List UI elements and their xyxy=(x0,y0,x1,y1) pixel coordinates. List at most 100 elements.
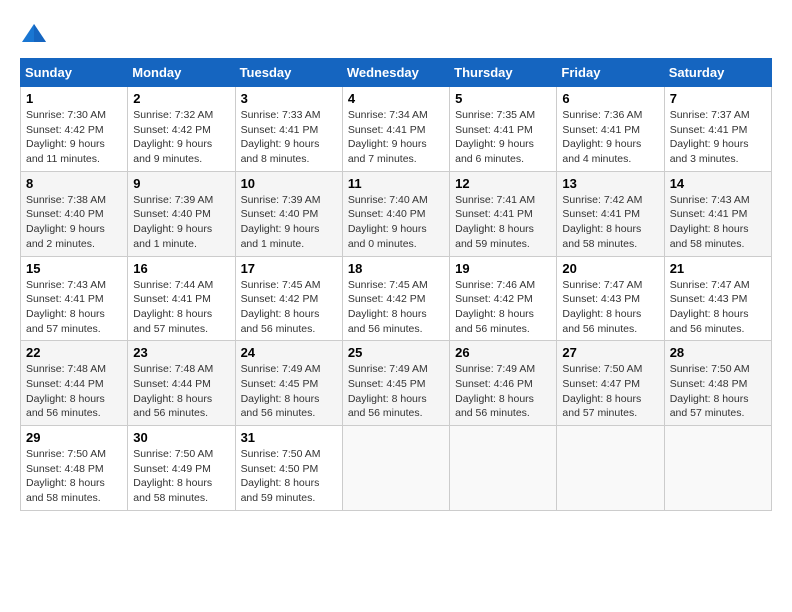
calendar-empty-cell xyxy=(450,426,557,511)
calendar-day-cell: 25 Sunrise: 7:49 AMSunset: 4:45 PMDaylig… xyxy=(342,341,449,426)
calendar-week-row: 29 Sunrise: 7:50 AMSunset: 4:48 PMDaylig… xyxy=(21,426,772,511)
calendar-day-cell: 1 Sunrise: 7:30 AMSunset: 4:42 PMDayligh… xyxy=(21,87,128,172)
calendar-day-cell: 26 Sunrise: 7:49 AMSunset: 4:46 PMDaylig… xyxy=(450,341,557,426)
day-info: Sunrise: 7:50 AMSunset: 4:48 PMDaylight:… xyxy=(26,448,106,504)
day-number: 6 xyxy=(562,91,658,106)
day-info: Sunrise: 7:33 AMSunset: 4:41 PMDaylight:… xyxy=(241,109,321,165)
day-number: 7 xyxy=(670,91,766,106)
day-info: Sunrise: 7:50 AMSunset: 4:48 PMDaylight:… xyxy=(670,363,750,419)
day-info: Sunrise: 7:38 AMSunset: 4:40 PMDaylight:… xyxy=(26,194,106,250)
calendar-table: SundayMondayTuesdayWednesdayThursdayFrid… xyxy=(20,58,772,511)
day-number: 10 xyxy=(241,176,337,191)
logo xyxy=(20,20,52,48)
calendar-header-saturday: Saturday xyxy=(664,59,771,87)
day-number: 24 xyxy=(241,345,337,360)
calendar-day-cell: 4 Sunrise: 7:34 AMSunset: 4:41 PMDayligh… xyxy=(342,87,449,172)
day-info: Sunrise: 7:39 AMSunset: 4:40 PMDaylight:… xyxy=(241,194,321,250)
calendar-day-cell: 7 Sunrise: 7:37 AMSunset: 4:41 PMDayligh… xyxy=(664,87,771,172)
day-number: 21 xyxy=(670,261,766,276)
day-number: 27 xyxy=(562,345,658,360)
calendar-day-cell: 12 Sunrise: 7:41 AMSunset: 4:41 PMDaylig… xyxy=(450,171,557,256)
calendar-header-thursday: Thursday xyxy=(450,59,557,87)
day-number: 5 xyxy=(455,91,551,106)
calendar-day-cell: 17 Sunrise: 7:45 AMSunset: 4:42 PMDaylig… xyxy=(235,256,342,341)
day-number: 19 xyxy=(455,261,551,276)
day-info: Sunrise: 7:49 AMSunset: 4:45 PMDaylight:… xyxy=(241,363,321,419)
day-number: 28 xyxy=(670,345,766,360)
calendar-day-cell: 28 Sunrise: 7:50 AMSunset: 4:48 PMDaylig… xyxy=(664,341,771,426)
calendar-header-tuesday: Tuesday xyxy=(235,59,342,87)
day-info: Sunrise: 7:48 AMSunset: 4:44 PMDaylight:… xyxy=(26,363,106,419)
day-number: 9 xyxy=(133,176,229,191)
calendar-day-cell: 15 Sunrise: 7:43 AMSunset: 4:41 PMDaylig… xyxy=(21,256,128,341)
calendar-empty-cell xyxy=(342,426,449,511)
day-info: Sunrise: 7:36 AMSunset: 4:41 PMDaylight:… xyxy=(562,109,642,165)
day-number: 2 xyxy=(133,91,229,106)
day-number: 8 xyxy=(26,176,122,191)
calendar-day-cell: 11 Sunrise: 7:40 AMSunset: 4:40 PMDaylig… xyxy=(342,171,449,256)
day-info: Sunrise: 7:50 AMSunset: 4:50 PMDaylight:… xyxy=(241,448,321,504)
calendar-day-cell: 18 Sunrise: 7:45 AMSunset: 4:42 PMDaylig… xyxy=(342,256,449,341)
calendar-day-cell: 16 Sunrise: 7:44 AMSunset: 4:41 PMDaylig… xyxy=(128,256,235,341)
day-info: Sunrise: 7:44 AMSunset: 4:41 PMDaylight:… xyxy=(133,279,213,335)
day-number: 29 xyxy=(26,430,122,445)
calendar-week-row: 22 Sunrise: 7:48 AMSunset: 4:44 PMDaylig… xyxy=(21,341,772,426)
calendar-header-sunday: Sunday xyxy=(21,59,128,87)
day-info: Sunrise: 7:46 AMSunset: 4:42 PMDaylight:… xyxy=(455,279,535,335)
calendar-day-cell: 22 Sunrise: 7:48 AMSunset: 4:44 PMDaylig… xyxy=(21,341,128,426)
calendar-day-cell: 9 Sunrise: 7:39 AMSunset: 4:40 PMDayligh… xyxy=(128,171,235,256)
day-info: Sunrise: 7:50 AMSunset: 4:47 PMDaylight:… xyxy=(562,363,642,419)
calendar-day-cell: 27 Sunrise: 7:50 AMSunset: 4:47 PMDaylig… xyxy=(557,341,664,426)
calendar-day-cell: 3 Sunrise: 7:33 AMSunset: 4:41 PMDayligh… xyxy=(235,87,342,172)
day-info: Sunrise: 7:49 AMSunset: 4:46 PMDaylight:… xyxy=(455,363,535,419)
day-info: Sunrise: 7:37 AMSunset: 4:41 PMDaylight:… xyxy=(670,109,750,165)
day-number: 30 xyxy=(133,430,229,445)
day-number: 18 xyxy=(348,261,444,276)
calendar-day-cell: 2 Sunrise: 7:32 AMSunset: 4:42 PMDayligh… xyxy=(128,87,235,172)
calendar-day-cell: 21 Sunrise: 7:47 AMSunset: 4:43 PMDaylig… xyxy=(664,256,771,341)
calendar-week-row: 15 Sunrise: 7:43 AMSunset: 4:41 PMDaylig… xyxy=(21,256,772,341)
calendar-empty-cell xyxy=(557,426,664,511)
calendar-day-cell: 31 Sunrise: 7:50 AMSunset: 4:50 PMDaylig… xyxy=(235,426,342,511)
day-number: 1 xyxy=(26,91,122,106)
calendar-header-friday: Friday xyxy=(557,59,664,87)
day-number: 3 xyxy=(241,91,337,106)
calendar-header-row: SundayMondayTuesdayWednesdayThursdayFrid… xyxy=(21,59,772,87)
day-number: 31 xyxy=(241,430,337,445)
day-number: 26 xyxy=(455,345,551,360)
calendar-day-cell: 23 Sunrise: 7:48 AMSunset: 4:44 PMDaylig… xyxy=(128,341,235,426)
calendar-day-cell: 14 Sunrise: 7:43 AMSunset: 4:41 PMDaylig… xyxy=(664,171,771,256)
calendar-week-row: 1 Sunrise: 7:30 AMSunset: 4:42 PMDayligh… xyxy=(21,87,772,172)
calendar-day-cell: 5 Sunrise: 7:35 AMSunset: 4:41 PMDayligh… xyxy=(450,87,557,172)
day-number: 23 xyxy=(133,345,229,360)
day-info: Sunrise: 7:50 AMSunset: 4:49 PMDaylight:… xyxy=(133,448,213,504)
day-info: Sunrise: 7:47 AMSunset: 4:43 PMDaylight:… xyxy=(562,279,642,335)
day-number: 17 xyxy=(241,261,337,276)
day-number: 25 xyxy=(348,345,444,360)
day-number: 13 xyxy=(562,176,658,191)
day-number: 11 xyxy=(348,176,444,191)
day-number: 4 xyxy=(348,91,444,106)
day-info: Sunrise: 7:30 AMSunset: 4:42 PMDaylight:… xyxy=(26,109,106,165)
calendar-day-cell: 6 Sunrise: 7:36 AMSunset: 4:41 PMDayligh… xyxy=(557,87,664,172)
day-info: Sunrise: 7:48 AMSunset: 4:44 PMDaylight:… xyxy=(133,363,213,419)
day-info: Sunrise: 7:34 AMSunset: 4:41 PMDaylight:… xyxy=(348,109,428,165)
calendar-header-wednesday: Wednesday xyxy=(342,59,449,87)
page-header xyxy=(20,20,772,48)
day-info: Sunrise: 7:41 AMSunset: 4:41 PMDaylight:… xyxy=(455,194,535,250)
calendar-empty-cell xyxy=(664,426,771,511)
day-number: 15 xyxy=(26,261,122,276)
calendar-day-cell: 19 Sunrise: 7:46 AMSunset: 4:42 PMDaylig… xyxy=(450,256,557,341)
day-info: Sunrise: 7:45 AMSunset: 4:42 PMDaylight:… xyxy=(241,279,321,335)
calendar-day-cell: 10 Sunrise: 7:39 AMSunset: 4:40 PMDaylig… xyxy=(235,171,342,256)
day-number: 14 xyxy=(670,176,766,191)
calendar-day-cell: 8 Sunrise: 7:38 AMSunset: 4:40 PMDayligh… xyxy=(21,171,128,256)
day-number: 22 xyxy=(26,345,122,360)
calendar-day-cell: 24 Sunrise: 7:49 AMSunset: 4:45 PMDaylig… xyxy=(235,341,342,426)
calendar-day-cell: 13 Sunrise: 7:42 AMSunset: 4:41 PMDaylig… xyxy=(557,171,664,256)
day-info: Sunrise: 7:32 AMSunset: 4:42 PMDaylight:… xyxy=(133,109,213,165)
day-info: Sunrise: 7:43 AMSunset: 4:41 PMDaylight:… xyxy=(26,279,106,335)
day-info: Sunrise: 7:43 AMSunset: 4:41 PMDaylight:… xyxy=(670,194,750,250)
day-info: Sunrise: 7:40 AMSunset: 4:40 PMDaylight:… xyxy=(348,194,428,250)
day-info: Sunrise: 7:47 AMSunset: 4:43 PMDaylight:… xyxy=(670,279,750,335)
